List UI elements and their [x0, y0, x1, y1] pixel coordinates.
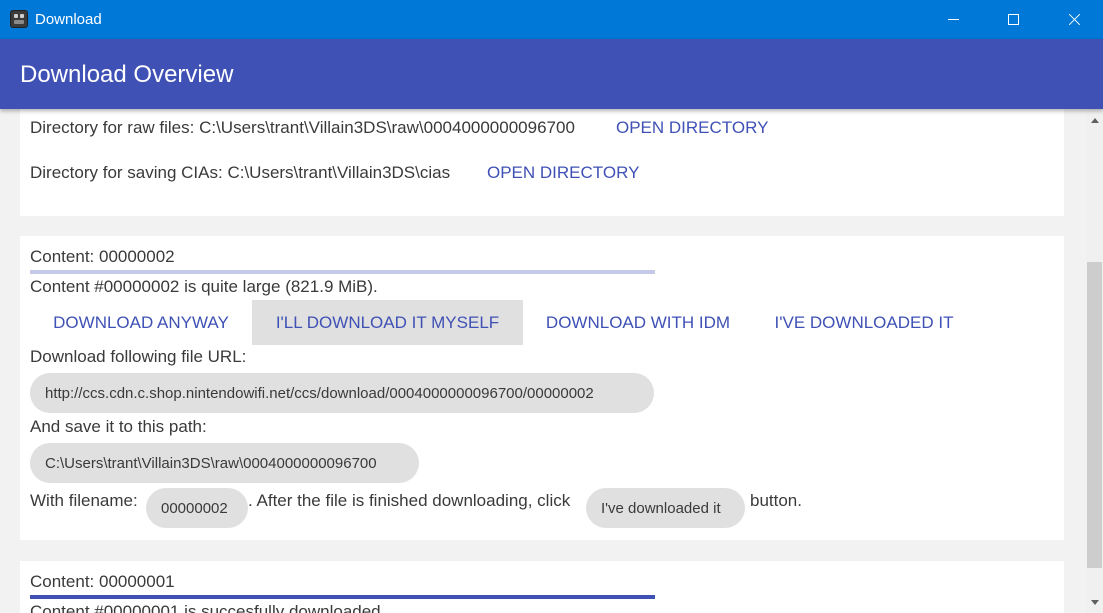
- path-label: And save it to this path:: [30, 417, 207, 436]
- content-message: Content #00000002 is quite large (821.9 …: [30, 277, 378, 296]
- content-card-completed: Content: 00000001 Content #00000001 is s…: [20, 561, 1064, 613]
- content-title: Content: 00000002: [30, 247, 175, 266]
- save-path-text: C:\Users\trant\Villain3DS\raw\0004000000…: [45, 454, 377, 472]
- window-titlebar: Download: [0, 0, 1103, 39]
- scroll-up-button[interactable]: [1086, 109, 1103, 131]
- chevron-up-icon: [1090, 117, 1099, 123]
- maximize-icon: [1007, 14, 1019, 25]
- content-message-completed: Content #00000001 is succesfully downloa…: [30, 602, 386, 613]
- url-label: Download following file URL:: [30, 347, 247, 366]
- download-anyway-button[interactable]: DOWNLOAD ANYWAY: [30, 300, 252, 345]
- download-progress-bar-completed: [30, 595, 655, 599]
- download-url-text: http://ccs.cdn.c.shop.nintendowifi.net/c…: [45, 384, 594, 402]
- filename-text: 00000002: [161, 499, 228, 517]
- minimize-button[interactable]: [930, 0, 976, 39]
- close-button[interactable]: [1051, 0, 1097, 39]
- download-url-field[interactable]: http://ccs.cdn.c.shop.nintendowifi.net/c…: [30, 373, 654, 413]
- ive-downloaded-it-button[interactable]: I'VE DOWNLOADED IT: [753, 300, 975, 345]
- download-progress-fill-completed: [30, 595, 655, 599]
- app-bar: Download Overview: [0, 39, 1103, 109]
- filename-instruction: . After the file is finished downloading…: [248, 491, 571, 510]
- chevron-down-icon: [1090, 599, 1099, 605]
- filename-suffix: button.: [750, 491, 802, 510]
- directories-card: Directory for raw files: C:\Users\trant\…: [20, 109, 1064, 216]
- vertical-scrollbar[interactable]: [1086, 109, 1103, 613]
- cia-directory-label: Directory for saving CIAs: C:\Users\tran…: [30, 163, 451, 182]
- filename-prefix: With filename:: [30, 491, 138, 510]
- save-path-field[interactable]: C:\Users\trant\Villain3DS\raw\0004000000…: [30, 443, 419, 483]
- download-myself-button[interactable]: I'LL DOWNLOAD IT MYSELF: [252, 300, 523, 345]
- raw-directory-label: Directory for raw files: C:\Users\trant\…: [30, 118, 575, 137]
- content-card: Content: 00000002 Content #00000002 is q…: [20, 236, 1064, 540]
- app-icon: [10, 10, 28, 28]
- downloaded-chip-text: I've downloaded it: [601, 499, 721, 517]
- filename-field[interactable]: 00000002: [146, 488, 248, 528]
- maximize-button[interactable]: [990, 0, 1036, 39]
- window-title: Download: [35, 11, 102, 28]
- open-raw-directory-button[interactable]: OPEN DIRECTORY: [616, 118, 768, 138]
- content-title-completed: Content: 00000001: [30, 572, 175, 591]
- scroll-down-button[interactable]: [1086, 591, 1103, 613]
- close-icon: [1068, 13, 1081, 26]
- open-cia-directory-button[interactable]: OPEN DIRECTORY: [487, 163, 639, 183]
- page-title: Download Overview: [20, 61, 234, 88]
- download-with-idm-button[interactable]: DOWNLOAD WITH IDM: [523, 300, 753, 345]
- download-progress-bar: [30, 270, 655, 274]
- scrollbar-thumb[interactable]: [1087, 262, 1102, 568]
- downloaded-chip: I've downloaded it: [586, 488, 745, 528]
- minimize-icon: [947, 19, 959, 20]
- content-area: Directory for raw files: C:\Users\trant\…: [0, 109, 1086, 613]
